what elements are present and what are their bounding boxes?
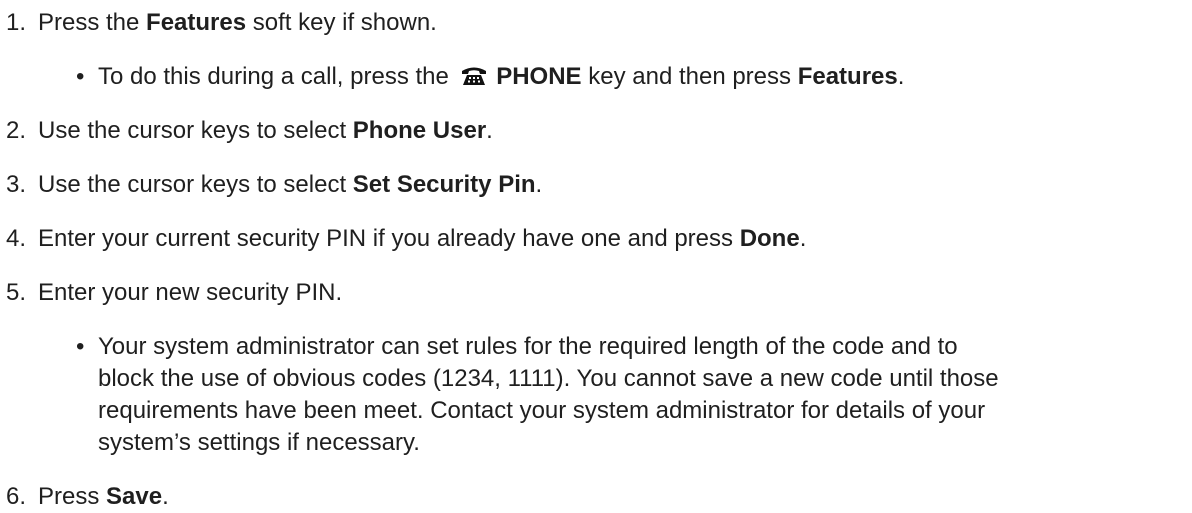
sub-text-part: key and then press <box>581 63 798 90</box>
step-number: 3. <box>6 171 27 198</box>
step-number: 2. <box>6 117 27 144</box>
step-text-part: . <box>162 483 169 510</box>
step-text-part: Press <box>38 483 107 510</box>
step-text: Use the cursor keys to select Set Securi… <box>38 169 542 201</box>
features-label: Features <box>797 63 898 90</box>
paragraph-line: Your system administrator can set rules … <box>98 333 958 360</box>
step-text-part: . <box>535 171 543 198</box>
step-text-part: Use the cursor keys to select <box>38 117 353 144</box>
bullet: • <box>76 333 85 360</box>
step-number: 5. <box>6 279 27 306</box>
step-text: Use the cursor keys to select Phone User… <box>38 115 493 147</box>
phone-icon <box>461 67 486 85</box>
step-text-part: Press the <box>38 9 147 36</box>
step-text: Press the Features soft key if shown. <box>38 7 437 39</box>
step-text: Press Save. <box>38 481 169 513</box>
step-text: Enter your new security PIN. <box>38 279 343 306</box>
set-security-pin-label: Set Security Pin <box>352 171 536 198</box>
sub-bullet-text: To do this during a call, press the PHON… <box>98 61 904 93</box>
step-text-part: . <box>799 225 807 252</box>
paragraph-line: requirements have been meet. Contact you… <box>98 397 986 424</box>
step-text-part: Use the cursor keys to select <box>38 171 353 198</box>
sub-text-part: . <box>897 63 905 90</box>
step-number: 4. <box>6 225 27 252</box>
step-text-part: soft key if shown. <box>246 9 437 36</box>
phone-key-label: PHONE <box>496 63 582 90</box>
phone-user-label: Phone User <box>352 117 487 144</box>
paragraph-line: system’s settings if necessary. <box>98 429 420 456</box>
done-label: Done <box>739 225 800 252</box>
sub-bullet-paragraph: Your system administrator can set rules … <box>98 331 999 459</box>
step-text-part: Enter your current security PIN if you a… <box>38 225 740 252</box>
instructions-list: 1. Press the Features soft key if shown.… <box>0 0 1192 510</box>
features-softkey-label: Features <box>146 9 247 36</box>
step-text: Enter your current security PIN if you a… <box>38 223 806 255</box>
step-number: 1. <box>6 9 27 36</box>
bullet: • <box>76 63 85 90</box>
save-label: Save <box>106 483 163 510</box>
sub-text-part: To do this during a call, press the <box>98 63 456 90</box>
paragraph-line: block the use of obvious codes (1234, 11… <box>98 365 999 392</box>
step-text-part: . <box>486 117 493 144</box>
step-number: 6. <box>6 483 27 510</box>
